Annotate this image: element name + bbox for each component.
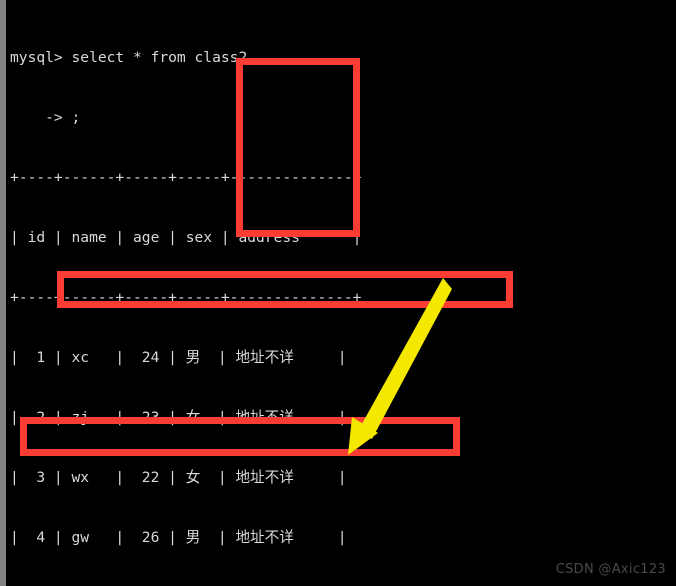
watermark-text: CSDN @Axic123 xyxy=(555,562,666,577)
terminal-line: | id | name | age | sex | address | xyxy=(10,229,362,246)
terminal-line: +----+------+-----+-----+--------------+ xyxy=(10,289,362,306)
terminal-window: mysql> select * from class2 -> ; +----+-… xyxy=(0,0,676,586)
scrollbar-track[interactable] xyxy=(0,0,6,586)
terminal-line: | 1 | xc | 24 | 男 | 地址不详 | xyxy=(10,349,347,366)
terminal-output: mysql> select * from class2 -> ; +----+-… xyxy=(10,8,670,586)
terminal-line: -> ; xyxy=(10,109,81,126)
scrollbar-thumb[interactable] xyxy=(0,0,6,586)
terminal-line: +----+------+-----+-----+--------------+ xyxy=(10,169,362,186)
terminal-line: | 3 | wx | 22 | 女 | 地址不详 | xyxy=(10,469,347,486)
terminal-line: | 2 | zj | 23 | 女 | 地址不详 | xyxy=(10,409,347,426)
terminal-line: mysql> select * from class2 xyxy=(10,49,248,66)
terminal-line: | 4 | gw | 26 | 男 | 地址不详 | xyxy=(10,529,347,546)
